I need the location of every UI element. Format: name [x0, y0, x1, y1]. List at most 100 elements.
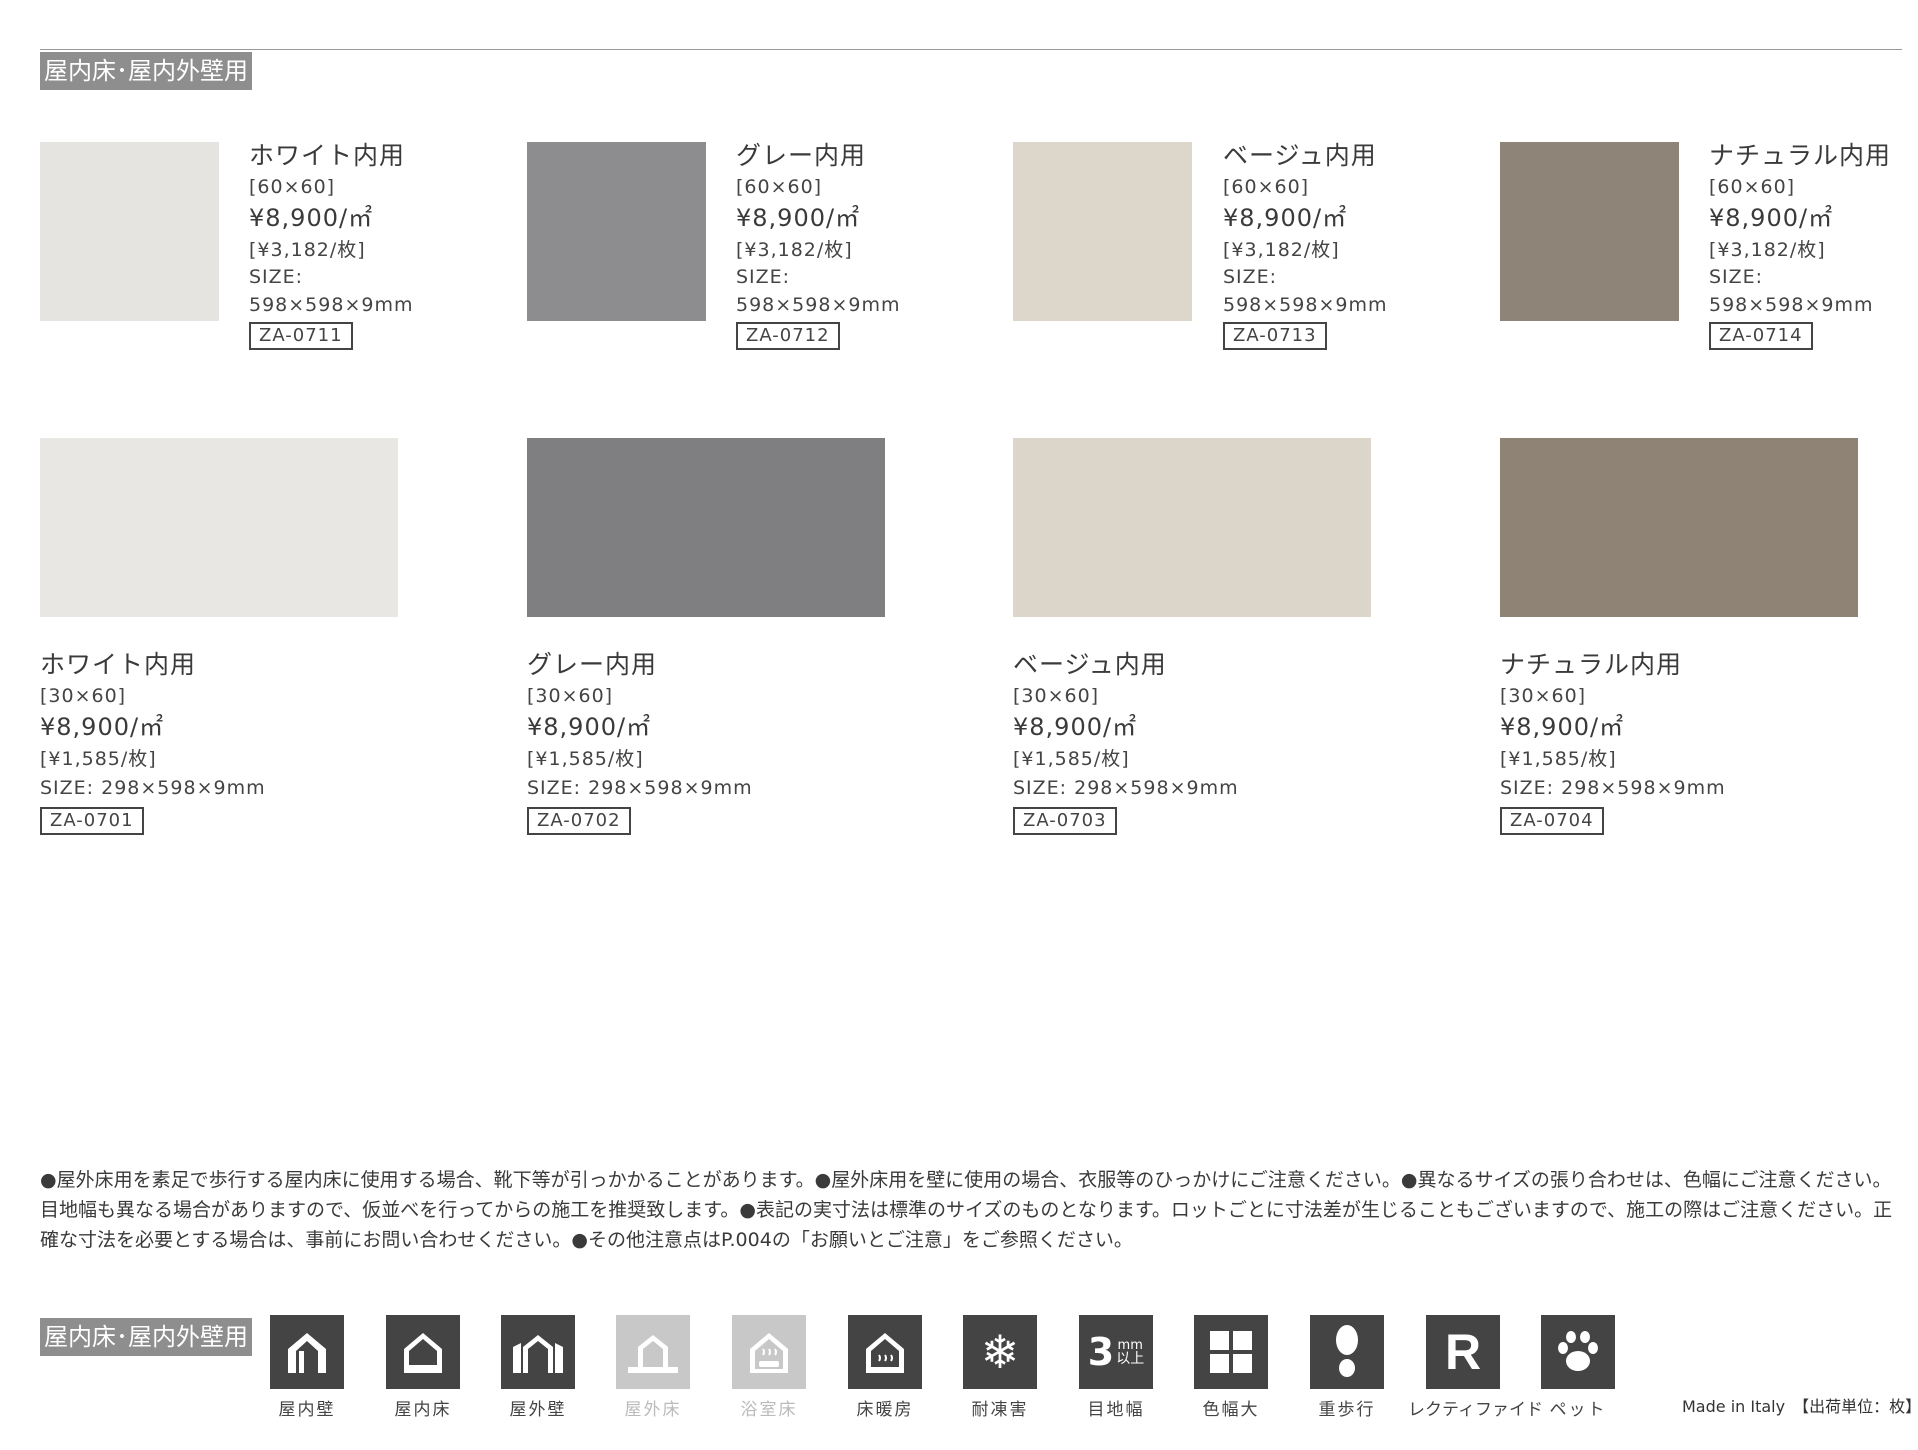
icon-item-rectified: R レクティファイド: [1408, 1315, 1543, 1420]
outdoor-wall-icon: [501, 1315, 575, 1389]
size-label: [60×60]: [1709, 176, 1796, 198]
heavy-traffic-icon: [1310, 1315, 1384, 1389]
product-code: ZA-0702: [527, 807, 631, 835]
size-label: [30×60]: [1013, 685, 1100, 707]
per-piece-price: [¥1,585/枚]: [527, 748, 644, 770]
icon-item-color-variation: 色幅大: [1176, 1315, 1286, 1420]
icon-label: ペット: [1549, 1400, 1607, 1420]
icon-item-frost-resistant: ❄ 耐凍害: [945, 1315, 1055, 1420]
joint-width-number: 3: [1087, 1330, 1115, 1374]
price: ¥8,900/㎡: [1223, 204, 1348, 232]
price: ¥8,900/㎡: [736, 204, 861, 232]
frost-resistant-icon: ❄: [963, 1315, 1037, 1389]
floor-heating-icon: [848, 1315, 922, 1389]
indoor-floor-icon: [386, 1315, 460, 1389]
size-title: SIZE:: [1223, 266, 1278, 288]
per-piece-price: [¥1,585/枚]: [1013, 748, 1130, 770]
joint-width-icon: 3 mm 以上: [1079, 1315, 1153, 1389]
product-name: ナチュラル内用: [1500, 650, 1683, 679]
size-title: SIZE:: [1709, 266, 1764, 288]
icon-label: 床暖房: [856, 1400, 914, 1420]
icon-label: 重歩行: [1318, 1400, 1376, 1420]
size-label: [60×60]: [249, 176, 336, 198]
product-code: ZA-0704: [1500, 807, 1604, 835]
size-value: 598×598×9mm: [249, 294, 414, 316]
color-variation-icon: [1194, 1315, 1268, 1389]
product-code: ZA-0712: [736, 322, 840, 350]
icon-item-indoor-wall: 屋内壁: [252, 1315, 362, 1420]
product-code: ZA-0703: [1013, 807, 1117, 835]
icon-label: 屋内床: [394, 1400, 452, 1420]
per-piece-price: [¥1,585/枚]: [40, 748, 157, 770]
price: ¥8,900/㎡: [1013, 713, 1138, 741]
icon-label: 屋外壁: [509, 1400, 567, 1420]
product-code: ZA-0711: [249, 322, 353, 350]
per-piece-price: [¥3,182/枚]: [736, 239, 853, 261]
notes-text: ●屋外床用を素足で歩行する屋内床に使用する場合、靴下等が引っかかることがあります…: [40, 1169, 1893, 1251]
tile-swatch: [1500, 142, 1679, 321]
per-piece-price: [¥3,182/枚]: [1223, 239, 1340, 261]
snowflake-icon: ❄: [980, 1325, 1020, 1379]
price: ¥8,900/㎡: [527, 713, 652, 741]
indoor-wall-icon: [270, 1315, 344, 1389]
icon-label: 色幅大: [1202, 1400, 1260, 1420]
icon-label: 屋内壁: [278, 1400, 336, 1420]
size-label: [30×60]: [527, 685, 614, 707]
product-code: ZA-0714: [1709, 322, 1813, 350]
product-name: ナチュラル内用: [1709, 141, 1892, 170]
rectified-icon: R: [1426, 1315, 1500, 1389]
size-line: SIZE: 298×598×9mm: [1013, 777, 1239, 799]
product-name: ベージュ内用: [1223, 141, 1377, 170]
footer-tag: 屋内床･屋内外壁用: [40, 1318, 252, 1356]
tile-swatch: [1013, 142, 1192, 321]
icon-label: 屋外床: [624, 1400, 682, 1420]
icon-label: 耐凍害: [971, 1400, 1029, 1420]
size-line: SIZE: 298×598×9mm: [1500, 777, 1726, 799]
icon-item-indoor-floor: 屋内床: [368, 1315, 478, 1420]
icon-item-joint-width: 3 mm 以上 目地幅: [1061, 1315, 1171, 1420]
product-code: ZA-0713: [1223, 322, 1327, 350]
size-line: SIZE: 298×598×9mm: [527, 777, 753, 799]
tile-swatch: [1500, 438, 1858, 617]
size-title: SIZE:: [249, 266, 304, 288]
price: ¥8,900/㎡: [249, 204, 374, 232]
tile-swatch: [527, 438, 885, 617]
price: ¥8,900/㎡: [1500, 713, 1625, 741]
size-line: SIZE: 298×598×9mm: [40, 777, 266, 799]
size-label: [30×60]: [40, 685, 127, 707]
per-piece-price: [¥3,182/枚]: [1709, 239, 1826, 261]
joint-width-sub: 以上: [1116, 1350, 1145, 1367]
size-label: [60×60]: [736, 176, 823, 198]
joint-width-unit: mm: [1117, 1337, 1143, 1353]
icon-label: 浴室床: [740, 1400, 798, 1420]
per-piece-price: [¥3,182/枚]: [249, 239, 366, 261]
product-name: ホワイト内用: [249, 141, 406, 170]
icon-label: レクティファイド: [1408, 1400, 1543, 1420]
header-rule: [40, 49, 1902, 50]
product-name: ホワイト内用: [40, 650, 197, 679]
tile-swatch: [527, 142, 706, 321]
icon-item-outdoor-wall: 屋外壁: [483, 1315, 593, 1420]
icon-item-bathroom-floor: 浴室床: [714, 1315, 824, 1420]
section-tag: 屋内床･屋内外壁用: [40, 52, 252, 90]
icon-label: 目地幅: [1087, 1400, 1145, 1420]
rectified-letter: R: [1444, 1324, 1482, 1380]
icon-item-pet: ペット: [1523, 1315, 1633, 1420]
icon-item-outdoor-floor: 屋外床: [598, 1315, 708, 1420]
size-title: SIZE:: [736, 266, 791, 288]
per-piece-price: [¥1,585/枚]: [1500, 748, 1617, 770]
bathroom-floor-icon: [732, 1315, 806, 1389]
icon-item-heavy-traffic: 重歩行: [1292, 1315, 1402, 1420]
outdoor-floor-icon: [616, 1315, 690, 1389]
size-value: 598×598×9mm: [1709, 294, 1874, 316]
price: ¥8,900/㎡: [40, 713, 165, 741]
product-name: グレー内用: [736, 141, 867, 170]
size-value: 598×598×9mm: [1223, 294, 1388, 316]
tile-swatch: [40, 438, 398, 617]
product-name: ベージュ内用: [1013, 650, 1167, 679]
size-label: [30×60]: [1500, 685, 1587, 707]
icon-item-floor-heating: 床暖房: [830, 1315, 940, 1420]
price: ¥8,900/㎡: [1709, 204, 1834, 232]
product-code: ZA-0701: [40, 807, 144, 835]
made-in-text: Made in Italy 【出荷単位：枚】: [1682, 1397, 1918, 1416]
